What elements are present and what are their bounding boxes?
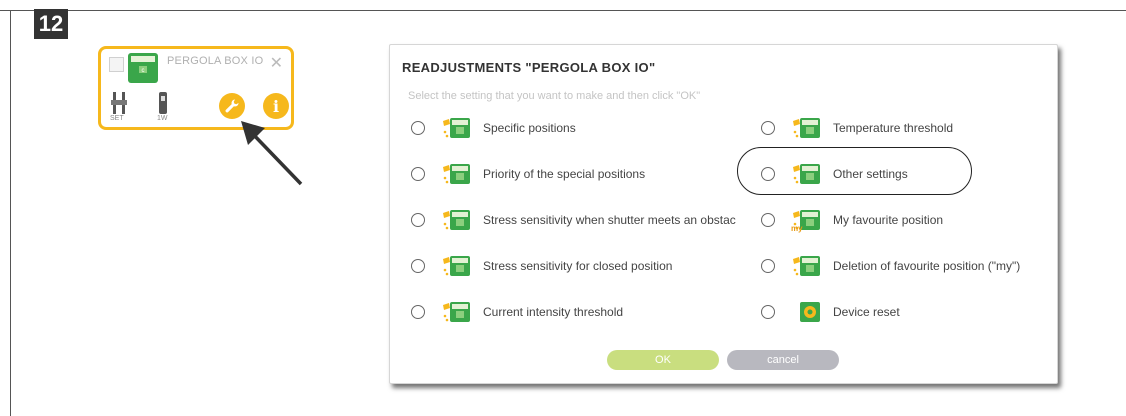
option-radio[interactable] (761, 305, 775, 319)
option-row[interactable]: Temperature threshold (761, 113, 953, 143)
wrench-glyph-icon (225, 99, 239, 113)
option-label: My favourite position (833, 213, 944, 227)
stress-obstacle-icon (443, 210, 470, 230)
frame-left-line (10, 10, 11, 416)
highlight-ring-annotation (737, 147, 972, 195)
tile-title: PERGOLA BOX IO (167, 55, 264, 67)
specific-positions-icon (443, 118, 470, 138)
option-label: Current intensity threshold (483, 305, 624, 319)
current-threshold-icon (443, 302, 470, 322)
svg-text:c: c (142, 68, 145, 74)
device-reset-icon (800, 302, 820, 322)
option-row[interactable]: my My favourite position (761, 205, 943, 235)
cancel-button[interactable]: cancel (727, 350, 839, 370)
favourite-position-icon: my (791, 210, 820, 233)
option-label: Deletion of favourite position ("my") (833, 259, 1021, 273)
pergola-device-icon: c (128, 53, 158, 83)
option-label: Temperature threshold (833, 121, 954, 135)
svg-text:my: my (791, 224, 803, 233)
option-radio[interactable] (411, 213, 425, 227)
option-row[interactable]: Device reset (761, 297, 900, 327)
temperature-icon (793, 118, 820, 138)
option-label: Stress sensitivity when shutter meets an… (483, 213, 736, 227)
option-radio[interactable] (411, 167, 425, 181)
dialog-subtitle: Select the setting that you want to make… (408, 90, 701, 102)
step-number-badge: 12 (34, 9, 68, 39)
stress-closed-icon (443, 256, 470, 276)
option-row[interactable]: Stress sensitivity when shutter meets an… (411, 205, 736, 235)
option-row[interactable]: Current intensity threshold (411, 297, 623, 327)
option-radio[interactable] (411, 121, 425, 135)
ok-button[interactable]: OK (607, 350, 719, 370)
delete-favourite-icon (793, 256, 820, 276)
tile-sub2-label: 1W (157, 115, 168, 122)
option-radio[interactable] (761, 213, 775, 227)
option-radio[interactable] (411, 305, 425, 319)
option-radio[interactable] (761, 259, 775, 273)
option-radio[interactable] (761, 121, 775, 135)
option-row[interactable]: Stress sensitivity for closed position (411, 251, 672, 281)
tile-sub1-label: SET (110, 115, 124, 122)
pointer-arrow-icon (241, 121, 303, 186)
priority-icon (443, 164, 470, 184)
dialog-title: READJUSTMENTS "PERGOLA BOX IO" (402, 60, 656, 75)
remote-control-icon (159, 92, 167, 114)
tile-checkbox[interactable] (109, 57, 124, 72)
settings-sensor-icon (111, 92, 127, 114)
option-row[interactable]: Specific positions (411, 113, 576, 143)
option-label: Stress sensitivity for closed position (483, 259, 673, 273)
option-radio[interactable] (411, 259, 425, 273)
close-icon[interactable]: ✕ (270, 53, 283, 73)
option-row[interactable]: Priority of the special positions (411, 159, 645, 189)
option-row[interactable]: Deletion of favourite position ("my") (761, 251, 1020, 281)
option-label: Device reset (833, 305, 900, 319)
option-label: Priority of the special positions (483, 167, 646, 181)
frame-top-line (0, 10, 1126, 11)
readjustments-dialog: READJUSTMENTS "PERGOLA BOX IO" Select th… (389, 44, 1058, 384)
option-label: Specific positions (483, 121, 576, 135)
